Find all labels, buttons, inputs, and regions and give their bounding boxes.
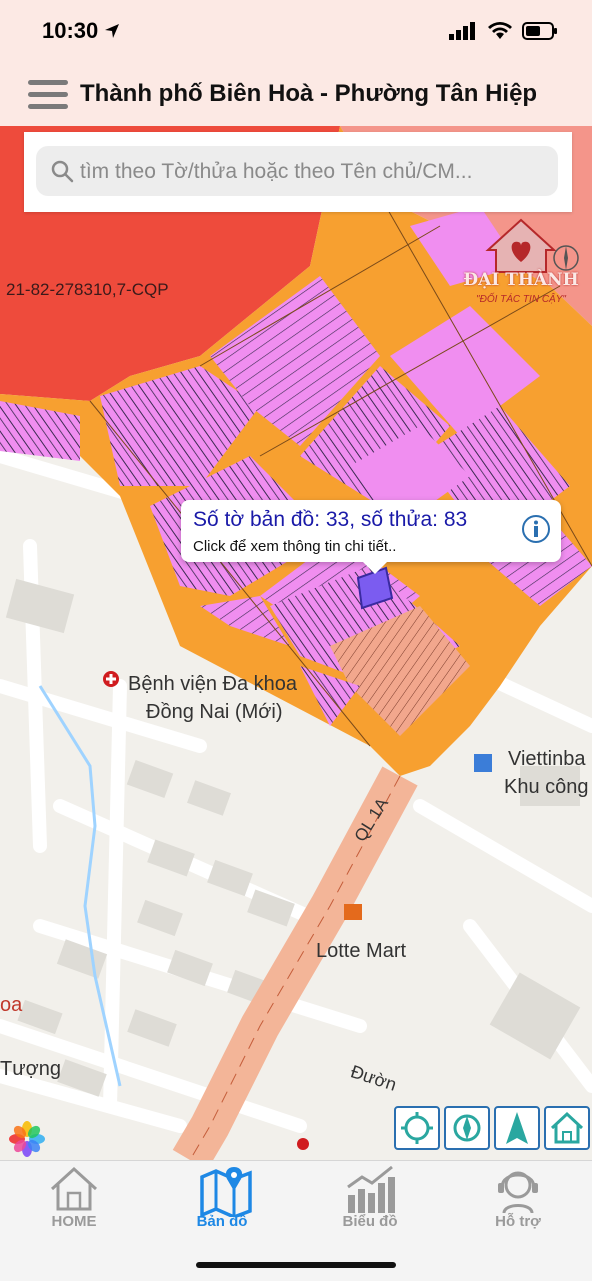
- viettin-label-line2: Khu công: [504, 776, 589, 798]
- tab-map[interactable]: Bản đồ: [148, 1161, 296, 1241]
- app-header: Thành phố Biên Hoà - Phường Tân Hiệp: [0, 66, 592, 126]
- parcel-code-label: 21-82-278310,7-CQP: [6, 280, 169, 299]
- map-icon: [200, 1167, 252, 1217]
- menu-icon[interactable]: [28, 80, 68, 110]
- home-icon: [50, 1166, 98, 1211]
- info-icon[interactable]: [521, 514, 551, 544]
- hospital-label-line1: Bệnh viện Đa khoa: [128, 673, 298, 695]
- tab-chart-label: Biểu đồ: [342, 1213, 398, 1230]
- home-map-icon: [550, 1111, 584, 1144]
- chart-icon: [347, 1165, 395, 1213]
- status-icons: [449, 22, 558, 45]
- navigate-button[interactable]: [494, 1106, 540, 1150]
- tab-support[interactable]: Hỗ trợ: [444, 1161, 592, 1241]
- brand-logo: ĐẠI THÀNH "ĐỐI TÁC TIN CẬY": [460, 210, 582, 340]
- house-heart-icon: [485, 218, 579, 273]
- popup-title: Số tờ bản đồ: 33, số thửa: 83: [193, 508, 468, 531]
- map-marker-dot[interactable]: [297, 1138, 309, 1150]
- tab-home-label: HOME: [51, 1213, 97, 1230]
- tab-chart[interactable]: Biểu đồ: [296, 1161, 444, 1241]
- support-icon: [498, 1171, 538, 1214]
- battery-icon: [522, 22, 557, 40]
- viettin-label-line1: Viettinba: [508, 748, 586, 770]
- tab-support-label: Hỗ trợ: [495, 1213, 541, 1230]
- map-label-oa: oa: [0, 994, 23, 1016]
- home-map-button[interactable]: [544, 1106, 590, 1150]
- search-input[interactable]: tìm theo Tờ/thửa hoặc theo Tên chủ/CM...: [36, 146, 558, 196]
- logo-name: ĐẠI THÀNH: [463, 270, 579, 290]
- location-arrow-icon: [105, 24, 120, 38]
- map-controls: [394, 1106, 592, 1152]
- parcel-popup[interactable]: Số tờ bản đồ: 33, số thửa: 83 Click để x…: [181, 500, 561, 574]
- lotte-label: Lotte Mart: [316, 940, 407, 962]
- locate-button[interactable]: [394, 1106, 440, 1150]
- popup-subtitle: Click để xem thông tin chi tiết..: [193, 538, 397, 555]
- logo-slogan: "ĐỐI TÁC TIN CẬY": [476, 294, 566, 305]
- compass-icon: [453, 1114, 481, 1142]
- page-title: Thành phố Biên Hoà - Phường Tân Hiệp: [80, 80, 538, 107]
- search-placeholder: tìm theo Tờ/thửa hoặc theo Tên chủ/CM...: [80, 160, 473, 183]
- photos-icon: [9, 1121, 45, 1157]
- navigate-icon: [506, 1112, 528, 1144]
- status-time: 10:30: [42, 18, 120, 44]
- tab-home[interactable]: HOME: [0, 1161, 148, 1241]
- map-label-tuong: Tượng: [0, 1058, 61, 1080]
- search-bar: tìm theo Tờ/thửa hoặc theo Tên chủ/CM...: [24, 132, 572, 212]
- signal-icon: [449, 22, 476, 40]
- compass-button[interactable]: [444, 1106, 490, 1150]
- locate-icon: [401, 1112, 433, 1144]
- hospital-label-line2: Đồng Nai (Mới): [146, 701, 283, 723]
- status-bar: 10:30: [0, 0, 592, 66]
- tab-map-label: Bản đồ: [196, 1213, 248, 1230]
- home-indicator: [196, 1262, 396, 1268]
- search-icon: [51, 160, 74, 183]
- wifi-icon: [487, 22, 512, 39]
